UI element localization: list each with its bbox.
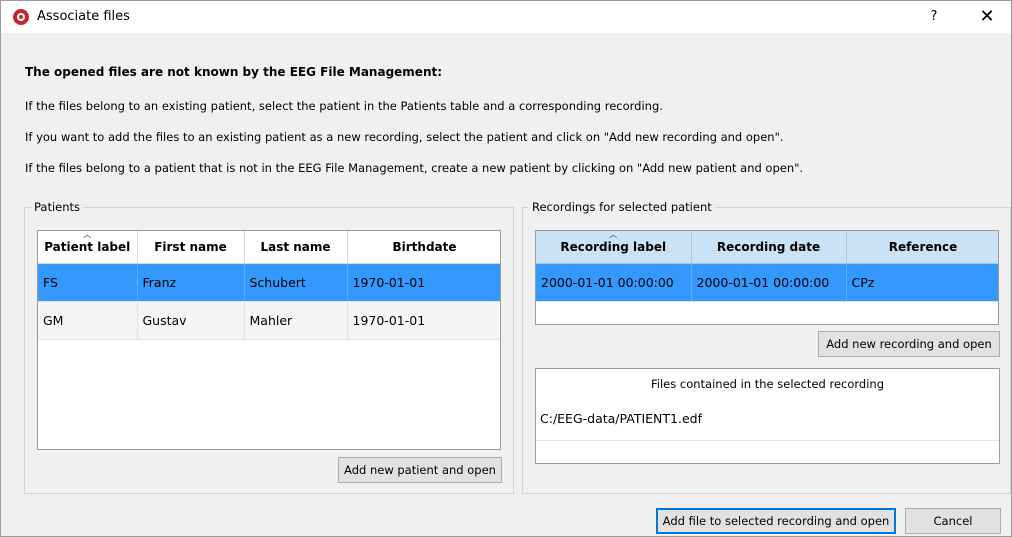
sort-ascending-icon: ︿ [83,230,92,239]
recordings-table[interactable]: ︿ Recording label Recording date Referen… [535,230,999,325]
cell-birthdate: 1970-01-01 [347,263,500,302]
column-header-patient-label[interactable]: ︿ Patient label [38,230,138,264]
app-logo-icon [13,9,29,25]
add-new-recording-button[interactable]: Add new recording and open [818,331,1000,357]
cell-first-name: Franz [137,263,245,302]
cell-patient-label: FS [38,263,138,302]
table-row[interactable]: 2000-01-01 00:00:00 2000-01-01 00:00:00 … [536,263,998,302]
message-heading: The opened files are not known by the EE… [25,65,443,79]
cell-first-name: Gustav [137,301,245,340]
recordings-group-title: Recordings for selected patient [529,200,715,214]
column-header-birthdate[interactable]: Birthdate [347,231,500,264]
table-row[interactable]: FS Franz Schubert 1970-01-01 [38,263,500,302]
cell-reference: CPz [846,263,998,302]
info-line-2: If you want to add the files to an exist… [25,130,784,144]
close-icon[interactable]: ✕ [967,5,1007,29]
patients-group: Patients ︿ Patient label First name Last… [24,200,514,494]
patients-table[interactable]: ︿ Patient label First name Last name Bir… [37,230,501,450]
column-header-recording-date[interactable]: Recording date [691,231,847,264]
cell-recording-label: 2000-01-01 00:00:00 [536,263,692,302]
cell-birthdate: 1970-01-01 [347,301,500,340]
list-item[interactable]: C:/EEG-data/PATIENT1.edf [536,403,999,441]
cell-recording-date: 2000-01-01 00:00:00 [691,263,847,302]
add-file-to-recording-button[interactable]: Add file to selected recording and open [656,508,896,534]
patients-group-title: Patients [31,200,84,214]
files-list-header: Files contained in the selected recordin… [651,377,884,391]
sort-ascending-icon: ︿ [609,230,618,239]
add-new-patient-button[interactable]: Add new patient and open [338,457,502,483]
cell-last-name: Mahler [244,301,348,340]
column-header-last-name[interactable]: Last name [244,231,348,264]
window-title: Associate files [37,9,130,24]
cell-patient-label: GM [38,301,138,340]
files-list[interactable]: Files contained in the selected recordin… [535,368,1000,464]
cell-last-name: Schubert [244,263,348,302]
column-header-reference[interactable]: Reference [846,231,998,264]
help-button[interactable]: ? [919,5,949,29]
recordings-group: Recordings for selected patient ︿ Record… [522,200,1011,494]
column-header-first-name[interactable]: First name [137,231,245,264]
title-bar: Associate files ? ✕ [1,1,1011,33]
table-row[interactable]: GM Gustav Mahler 1970-01-01 [38,301,500,340]
column-header-recording-label[interactable]: ︿ Recording label [536,230,692,264]
info-line-3: If the files belong to a patient that is… [25,161,804,175]
info-line-1: If the files belong to an existing patie… [25,99,663,113]
associate-files-dialog: Associate files ? ✕ The opened files are… [0,0,1012,537]
cancel-button[interactable]: Cancel [905,508,1001,534]
